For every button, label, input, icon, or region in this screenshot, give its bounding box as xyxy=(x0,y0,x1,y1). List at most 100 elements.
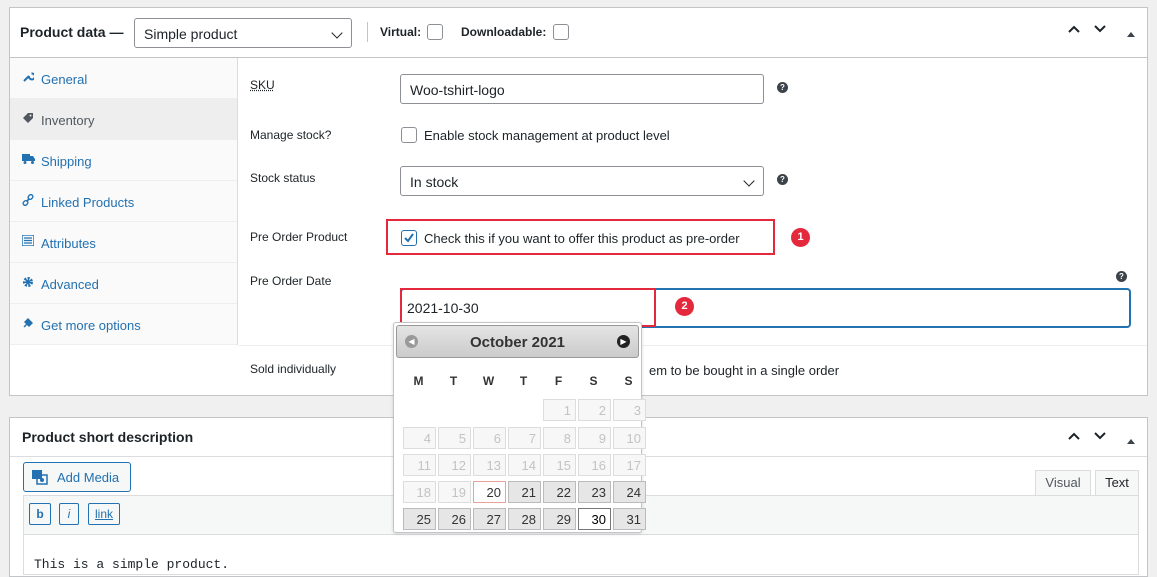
calendar-day: 18 xyxy=(403,481,436,503)
move-down-icon[interactable] xyxy=(1093,22,1107,40)
calendar-day[interactable]: 29 xyxy=(543,508,576,530)
highlight-box xyxy=(386,219,775,255)
calendar-day: 5 xyxy=(438,427,471,449)
pre-order-label: Pre Order Product xyxy=(250,230,347,244)
calendar-day[interactable]: 26 xyxy=(438,508,471,530)
tag-icon xyxy=(21,112,35,127)
step-badge-2: 2 xyxy=(675,297,694,316)
plugin-icon xyxy=(21,317,35,332)
calendar-day: 6 xyxy=(473,427,506,449)
calendar-day[interactable]: 20 xyxy=(473,481,506,503)
move-up-icon[interactable] xyxy=(1067,22,1081,40)
stock-status-select[interactable]: In stock xyxy=(400,166,764,196)
calendar-day: 2 xyxy=(578,399,611,421)
weekday-header: F xyxy=(542,374,575,388)
bold-button[interactable]: b xyxy=(29,503,51,525)
link-icon xyxy=(21,194,35,209)
calendar-day: 4 xyxy=(403,427,436,449)
calendar-day[interactable]: 24 xyxy=(613,481,646,503)
move-down-icon[interactable] xyxy=(1093,429,1107,447)
calendar-day: 17 xyxy=(613,454,646,476)
product-data-title: Product data — xyxy=(20,24,123,40)
tab-text[interactable]: Text xyxy=(1095,470,1139,496)
virtual-label: Virtual: xyxy=(380,25,421,39)
tab-advanced-label: Advanced xyxy=(41,277,99,292)
product-type-value: Simple product xyxy=(144,26,237,42)
help-icon[interactable]: ? xyxy=(1116,271,1127,282)
tab-general[interactable]: General xyxy=(10,58,237,99)
product-data-tabs: General Inventory Shipping Linked Produc… xyxy=(10,58,238,345)
tab-visual[interactable]: Visual xyxy=(1035,470,1091,496)
calendar-day: 1 xyxy=(543,399,576,421)
tab-inventory[interactable]: Inventory xyxy=(10,99,237,140)
calendar-day: 10 xyxy=(613,427,646,449)
calendar-day[interactable]: 25 xyxy=(403,508,436,530)
tab-shipping-label: Shipping xyxy=(41,154,92,169)
calendar-day: 7 xyxy=(508,427,541,449)
media-icon xyxy=(32,470,48,488)
downloadable-label: Downloadable: xyxy=(461,25,546,39)
next-month-icon[interactable]: ▶ xyxy=(617,335,630,348)
add-media-button[interactable]: Add Media xyxy=(23,462,131,492)
stock-status-label: Stock status xyxy=(250,171,315,185)
chevron-down-icon xyxy=(743,175,754,186)
italic-button[interactable]: i xyxy=(59,503,79,525)
sold-individually-text: em to be bought in a single order xyxy=(649,363,839,378)
link-button[interactable]: link xyxy=(88,503,120,525)
short-description-title: Product short description xyxy=(22,429,193,445)
tab-general-label: General xyxy=(41,72,87,87)
calendar-day: 3 xyxy=(613,399,646,421)
calendar-day[interactable]: 28 xyxy=(508,508,541,530)
short-description-editor[interactable]: This is a simple product. xyxy=(23,535,1139,575)
calendar-day: 14 xyxy=(508,454,541,476)
calendar-day: 19 xyxy=(438,481,471,503)
collapse-toggle-icon[interactable] xyxy=(1126,25,1136,42)
collapse-toggle-icon[interactable] xyxy=(1126,432,1136,449)
list-icon xyxy=(21,235,35,249)
tab-get-more-options[interactable]: Get more options xyxy=(10,304,237,345)
tab-attributes[interactable]: Attributes xyxy=(10,222,237,263)
step-badge-1: 1 xyxy=(791,228,810,247)
tab-linked-products[interactable]: Linked Products xyxy=(10,181,237,222)
weekday-header: W xyxy=(472,374,505,388)
calendar-day: 16 xyxy=(578,454,611,476)
datepicker-calendar: ◀ October 2021 ▶ M T W T F S S 1 2 3 4 5 6 7 8 9 10 11 12 1… xyxy=(393,322,642,533)
truck-icon xyxy=(21,153,35,167)
calendar-day[interactable]: 30 xyxy=(578,508,611,530)
calendar-day: 12 xyxy=(438,454,471,476)
product-type-select[interactable]: Simple product xyxy=(134,18,352,48)
weekday-header: S xyxy=(612,374,645,388)
help-icon[interactable]: ? xyxy=(777,174,788,185)
sold-individually-label: Sold individually xyxy=(250,362,336,376)
sku-input[interactable]: Woo-tshirt-logo xyxy=(400,74,764,104)
calendar-month-title: October 2021 xyxy=(397,334,638,351)
downloadable-checkbox[interactable] xyxy=(553,24,569,40)
weekday-header: T xyxy=(437,374,470,388)
wrench-icon xyxy=(21,71,35,86)
calendar-day[interactable]: 31 xyxy=(613,508,646,530)
calendar-day[interactable]: 23 xyxy=(578,481,611,503)
divider xyxy=(239,345,1147,346)
manage-stock-label: Manage stock? xyxy=(250,128,331,142)
tab-advanced[interactable]: Advanced xyxy=(10,263,237,304)
move-up-icon[interactable] xyxy=(1067,429,1081,447)
tab-shipping[interactable]: Shipping xyxy=(10,140,237,181)
tab-get-more-options-label: Get more options xyxy=(41,318,141,333)
calendar-day[interactable]: 21 xyxy=(508,481,541,503)
weekday-header: S xyxy=(577,374,610,388)
add-media-label: Add Media xyxy=(57,470,119,485)
help-icon[interactable]: ? xyxy=(777,82,788,93)
short-description-text: This is a simple product. xyxy=(34,557,229,572)
weekday-header: M xyxy=(402,374,435,388)
calendar-day[interactable]: 22 xyxy=(543,481,576,503)
calendar-day: 8 xyxy=(543,427,576,449)
virtual-checkbox[interactable] xyxy=(427,24,443,40)
calendar-day[interactable]: 27 xyxy=(473,508,506,530)
sku-label: SKU xyxy=(250,78,275,92)
calendar-header: ◀ October 2021 ▶ xyxy=(396,325,639,358)
weekday-header: T xyxy=(507,374,540,388)
gear-icon xyxy=(21,276,35,291)
divider xyxy=(367,22,368,42)
manage-stock-checkbox[interactable] xyxy=(401,127,417,143)
pre-order-date-label: Pre Order Date xyxy=(250,274,331,288)
